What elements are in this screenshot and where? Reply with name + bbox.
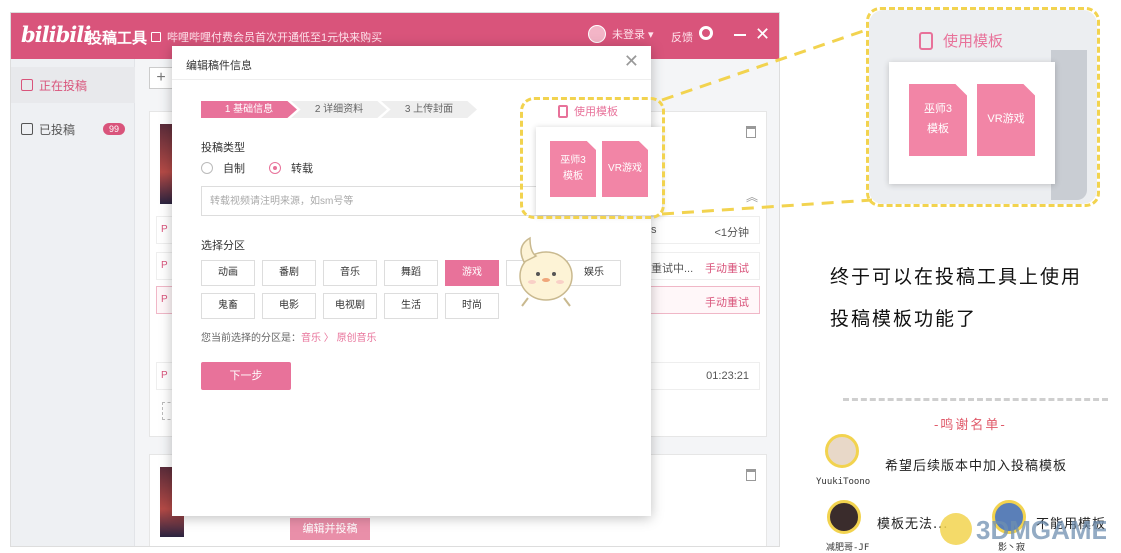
type-radio-group: 自制 转载: [201, 160, 337, 176]
svg-text:3DMGAME: 3DMGAME: [976, 515, 1106, 545]
zone-option[interactable]: 电视剧: [323, 293, 377, 319]
current-zone: 您当前选择的分区是：音乐 〉 原创音乐: [201, 329, 377, 344]
current-subzone-value[interactable]: 原创音乐: [337, 333, 377, 344]
current-zone-prefix: 您当前选择的分区是：: [201, 333, 301, 344]
minimize-icon[interactable]: [734, 34, 746, 36]
dialog-title: 编辑稿件信息: [186, 60, 252, 72]
radio-original[interactable]: [201, 162, 213, 174]
trash-icon[interactable]: [746, 469, 756, 481]
highlight-frame: [520, 97, 665, 219]
radio-label: 转载: [291, 163, 313, 175]
type-label: 投稿类型: [201, 142, 245, 154]
sidebar: 正在投稿 已投稿 99: [11, 59, 135, 546]
login-menu[interactable]: 未登录 ▾: [588, 25, 654, 43]
step-basic[interactable]: 1 基础信息: [201, 101, 297, 118]
chevron-right-icon: 〉: [323, 333, 334, 344]
add-upload-button[interactable]: +: [149, 67, 173, 89]
avatar: [825, 434, 859, 468]
row-status: s: [651, 224, 657, 236]
close-icon[interactable]: ✕: [624, 52, 639, 70]
current-zone-value[interactable]: 音乐: [301, 333, 321, 344]
part-label: P: [161, 294, 168, 305]
radio-label: 自制: [223, 163, 245, 175]
zone-option[interactable]: 鬼畜: [201, 293, 255, 319]
watermark-logo: 3DMGAME: [936, 505, 1109, 549]
radio-repost[interactable]: [269, 162, 281, 174]
avatar: [588, 25, 606, 43]
count-badge: 99: [103, 123, 126, 135]
divider: [843, 398, 1108, 401]
row-time: <1分钟: [714, 227, 749, 239]
close-icon[interactable]: ✕: [755, 25, 770, 43]
notice-text: 哔哩哔哩付费会员首次开通低至1元快来购买: [167, 32, 383, 44]
zone-option[interactable]: 生活: [384, 293, 438, 319]
bilibili-logo: bilibili: [21, 22, 91, 47]
thanks-title: -鸣谢名单-: [934, 418, 1007, 433]
retry-button[interactable]: 手动重试: [705, 294, 749, 310]
collapse-icon[interactable]: ︽: [746, 188, 758, 205]
highlight-frame: [866, 7, 1100, 207]
step-cover[interactable]: 3 上传封面: [381, 101, 477, 118]
zone-option[interactable]: 番剧: [262, 260, 316, 286]
user-comment: 希望后续版本中加入投稿模板: [885, 459, 1068, 474]
app-title: 投稿工具: [87, 30, 148, 47]
trash-icon[interactable]: [746, 126, 756, 138]
gear-icon[interactable]: [699, 26, 713, 40]
feedback-link[interactable]: 反馈: [671, 29, 693, 45]
caption-line-1: 终于可以在投稿工具上使用: [830, 266, 1083, 288]
sidebar-item-label: 正在投稿: [39, 78, 88, 93]
username: 减肥哥-JF: [826, 543, 870, 553]
inbox-icon: [21, 123, 33, 135]
zone-option[interactable]: 时尚: [445, 293, 499, 319]
zone-option[interactable]: 电影: [262, 293, 316, 319]
zone-option[interactable]: 音乐: [323, 260, 377, 286]
zone-option-selected[interactable]: 游戏: [445, 260, 499, 286]
upload-icon: [21, 79, 33, 91]
zone-option[interactable]: 动画: [201, 260, 255, 286]
sidebar-item-label: 已投稿: [39, 122, 76, 137]
notice-bar[interactable]: 哔哩哔哩付费会员首次开通低至1元快来购买: [151, 29, 382, 45]
sidebar-item-uploading[interactable]: 正在投稿: [11, 67, 135, 103]
row-time: 01:23:21: [706, 370, 749, 382]
caption-line-2: 投稿模板功能了: [830, 308, 978, 330]
retry-button[interactable]: 手动重试: [705, 260, 749, 276]
mascot-illustration: [519, 236, 573, 307]
login-status: 未登录 ▾: [612, 29, 654, 41]
sidebar-item-uploaded[interactable]: 已投稿 99: [11, 111, 135, 147]
part-label: P: [161, 370, 168, 381]
step-indicator: 1 基础信息 2 详细资料 3 上传封面: [201, 101, 477, 118]
edit-and-submit-button[interactable]: 编辑并投稿: [290, 518, 370, 540]
step-details[interactable]: 2 详细资料: [291, 101, 387, 118]
zone-option[interactable]: 舞蹈: [384, 260, 438, 286]
username: YuukiToono: [816, 477, 871, 487]
part-label: P: [161, 260, 168, 271]
dialog-header: 编辑稿件信息 ✕: [172, 46, 651, 80]
speaker-icon: [151, 32, 161, 42]
part-label: P: [161, 224, 168, 235]
avatar: [827, 500, 861, 534]
watermark-icon: 3DMGAME: [940, 513, 1109, 545]
next-step-button[interactable]: 下一步: [201, 362, 291, 390]
zone-label: 选择分区: [201, 240, 245, 252]
row-status: 重试中...: [651, 263, 694, 275]
